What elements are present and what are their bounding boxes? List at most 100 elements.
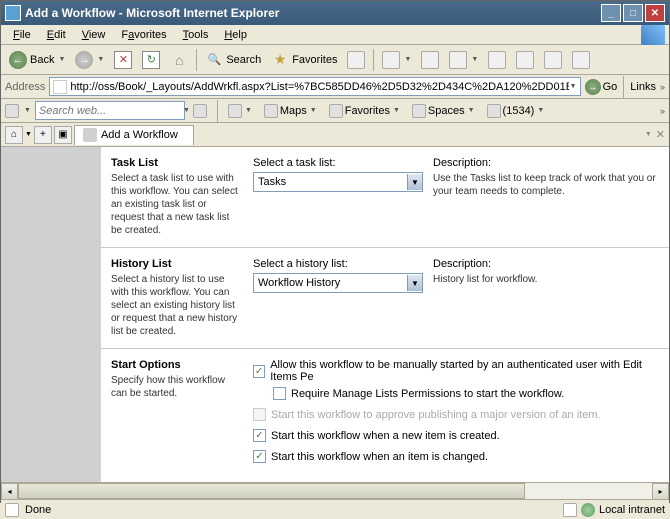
history-button[interactable] (343, 48, 369, 72)
app-icon (5, 5, 21, 21)
task-list-select[interactable]: Tasks ▼ (253, 172, 423, 192)
stop-button[interactable]: ✕ (110, 48, 136, 72)
cb-row-item-changed: ✓ Start this workflow when an item is ch… (253, 450, 659, 463)
home-button[interactable]: ⌂ (166, 48, 192, 72)
window-title: Add a Workflow - Microsoft Internet Expl… (25, 6, 601, 20)
cb-new-item[interactable]: ✓ (253, 429, 266, 442)
sb-favorites-button[interactable]: Favorites▼ (325, 104, 404, 118)
maps-icon (264, 104, 278, 118)
cb-require-perms[interactable] (273, 387, 286, 400)
history-icon (347, 51, 365, 69)
addressbar: Address ▼ → Go Links » (1, 75, 669, 99)
forward-arrow-icon: → (75, 51, 93, 69)
address-input-wrapper[interactable]: ▼ (49, 77, 580, 96)
menu-view[interactable]: View (74, 27, 114, 43)
page-icon (53, 80, 67, 94)
menu-file[interactable]: File (5, 27, 39, 43)
heart-button[interactable]: ▼ (224, 104, 256, 118)
extra-button[interactable] (568, 48, 594, 72)
go-button[interactable]: → Go (585, 79, 618, 95)
go-label: Go (603, 81, 618, 93)
print-icon (421, 51, 439, 69)
chevron-down-icon: ▼ (97, 56, 104, 63)
cb-approve-label: Start this workflow to approve publishin… (271, 409, 601, 421)
spaces-icon (412, 104, 426, 118)
history-desc-label: Description: (433, 258, 659, 270)
spaces-button[interactable]: Spaces▼ (408, 104, 479, 118)
research-icon (516, 51, 534, 69)
close-button[interactable]: ✕ (645, 4, 665, 22)
word-icon (449, 51, 467, 69)
edit-button[interactable]: ▼ (445, 48, 482, 72)
menu-tools[interactable]: Tools (175, 27, 217, 43)
tab-close-icon[interactable]: ✕ (656, 128, 665, 141)
menu-edit[interactable]: Edit (39, 27, 74, 43)
scroll-thumb[interactable] (18, 483, 525, 499)
address-label: Address (5, 81, 45, 93)
search-go-button[interactable] (189, 104, 211, 118)
scroll-right-button[interactable]: ▸ (652, 483, 669, 500)
chevron-down-icon: ▼ (407, 275, 422, 291)
links-label[interactable]: Links (630, 81, 656, 93)
search-button[interactable]: 🔍 Search (201, 48, 265, 72)
stop-icon: ✕ (114, 51, 132, 69)
menu-favorites[interactable]: Favorites (113, 27, 174, 43)
history-heading: History List (111, 258, 241, 270)
scroll-left-button[interactable]: ◂ (1, 483, 18, 500)
scroll-track[interactable] (18, 483, 652, 499)
cb-manual-start[interactable]: ✓ (253, 365, 265, 378)
maximize-button[interactable]: □ (623, 4, 643, 22)
messenger-button[interactable] (540, 48, 566, 72)
cb-item-changed[interactable]: ✓ (253, 450, 266, 463)
cb-item-changed-label: Start this workflow when an item is chan… (271, 451, 488, 463)
favorites-label: Favorites (292, 54, 337, 66)
mail-button[interactable]: ▼ (378, 48, 415, 72)
tab-add-button[interactable]: ▣ (54, 126, 72, 144)
forward-button[interactable]: → ▼ (71, 48, 108, 72)
maps-button[interactable]: Maps▼ (260, 104, 321, 118)
task-list-heading: Task List (111, 157, 241, 169)
minimize-button[interactable]: _ (601, 4, 621, 22)
search-toolbar: ▼ ▼ ▼ Maps▼ Favorites▼ Spaces▼ (1534)▼ » (1, 99, 669, 123)
address-input[interactable] (70, 81, 568, 93)
tab-new-button[interactable]: + (34, 126, 52, 144)
web-search-input[interactable] (39, 105, 182, 117)
task-list-desc: Select a task list to use with this work… (111, 172, 241, 237)
blocked-icon[interactable] (563, 503, 577, 517)
mail-count-button[interactable]: (1534)▼ (483, 104, 549, 118)
web-search-input-wrapper[interactable]: ▼ (35, 101, 185, 120)
msn-icon[interactable] (5, 104, 19, 118)
tab-page-icon (83, 128, 97, 142)
discuss-button[interactable] (484, 48, 510, 72)
cb-row-require-perms: Require Manage Lists Permissions to star… (273, 387, 659, 400)
history-list-select[interactable]: Workflow History ▼ (253, 273, 423, 293)
section-task-list: Task List Select a task list to use with… (101, 147, 669, 248)
tab-add-workflow[interactable]: Add a Workflow (74, 125, 194, 145)
cb-row-approve-publish: Start this workflow to approve publishin… (253, 408, 659, 421)
left-gutter (1, 147, 101, 482)
horizontal-scrollbar[interactable]: ◂ ▸ (1, 482, 669, 499)
refresh-button[interactable]: ↻ (138, 48, 164, 72)
home-icon: ⌂ (170, 51, 188, 69)
go-arrow-icon: → (585, 79, 601, 95)
discuss-icon (488, 51, 506, 69)
research-button[interactable] (512, 48, 538, 72)
extra-icon (572, 51, 590, 69)
task-desc-value: Use the Tasks list to keep track of work… (433, 172, 659, 198)
chevron-icon[interactable]: » (660, 82, 665, 92)
zone-icon (581, 503, 595, 517)
section-history-list: History List Select a history list to us… (101, 248, 669, 349)
back-button[interactable]: ← Back ▼ (5, 48, 69, 72)
menu-help[interactable]: Help (216, 27, 255, 43)
cb-row-new-item: ✓ Start this workflow when a new item is… (253, 429, 659, 442)
print-button[interactable] (417, 48, 443, 72)
start-heading: Start Options (111, 359, 241, 371)
chevron-down-icon[interactable]: ▼ (570, 83, 577, 90)
status-page-icon (5, 503, 19, 517)
cb-manual-label: Allow this workflow to be manually start… (270, 359, 659, 383)
cb-require-perms-label: Require Manage Lists Permissions to star… (291, 388, 564, 400)
tab-home-button[interactable]: ⌂ (5, 126, 23, 144)
favorites-button[interactable]: ★ Favorites (267, 48, 341, 72)
messenger-icon (544, 51, 562, 69)
chevron-icon[interactable]: » (660, 106, 665, 116)
